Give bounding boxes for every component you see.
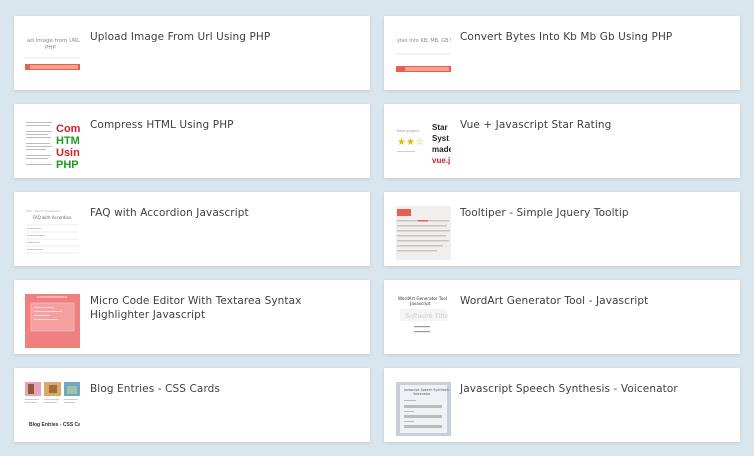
svg-text:Javascript: Javascript	[409, 301, 431, 306]
card-title[interactable]: FAQ with Accordion Javascript	[90, 206, 358, 220]
svg-text:Rate product: Rate product	[397, 129, 420, 133]
svg-text:★★: ★★	[397, 137, 415, 148]
svg-text:Star: Star	[432, 123, 448, 132]
card-convert-bytes[interactable]: ytes Into KB, MB, GB U Convert Bytes Int…	[384, 16, 740, 90]
svg-text:- Voicenator: - Voicenator	[411, 392, 431, 396]
card-speech-synthesis[interactable]: Javascript Speech Synthesis - Voicenator…	[384, 368, 740, 442]
code-editor-thumbnail	[25, 294, 80, 348]
svg-text:☆: ☆	[415, 137, 424, 148]
svg-text:ytes Into KB, MB, GB U: ytes Into KB, MB, GB U	[397, 38, 451, 44]
svg-text:Blog Entries - CSS Cards: Blog Entries - CSS Cards	[29, 422, 80, 428]
upload-image-thumbnail: ad Image from URL U PHP	[25, 30, 80, 84]
card-upload-image-url[interactable]: ad Image from URL U PHP Upload Image Fro…	[14, 16, 370, 90]
card-blog-entries[interactable]: Blog Entries - CSS Cards Blog Entries - …	[14, 368, 370, 442]
card-title[interactable]: Compress HTML Using PHP	[90, 118, 358, 132]
tooltiper-thumbnail	[396, 206, 451, 260]
svg-text:PHP: PHP	[45, 45, 56, 51]
card-wordart-generator[interactable]: WordArt Generator Tool Javascript Softwo…	[384, 280, 740, 354]
card-title[interactable]: Convert Bytes Into Kb Mb Gb Using PHP	[460, 30, 728, 44]
svg-text:ad Image from URL U: ad Image from URL U	[27, 38, 80, 44]
convert-bytes-thumbnail: ytes Into KB, MB, GB U	[396, 30, 451, 84]
card-micro-code-editor[interactable]: Micro Code Editor With Textarea Syntax H…	[14, 280, 370, 354]
faq-accordion-thumbnail: FAQ - Demo Questions FAQ with Accordion	[25, 206, 80, 260]
wordart-thumbnail: WordArt Generator Tool Javascript Softwo…	[396, 294, 451, 348]
svg-text:Com: Com	[56, 123, 80, 135]
svg-text:FAQ - Demo Questions: FAQ - Demo Questions	[26, 209, 60, 213]
svg-text:vue.j: vue.j	[432, 156, 450, 165]
card-grid: ad Image from URL U PHP Upload Image Fro…	[14, 16, 740, 442]
card-title[interactable]: Javascript Speech Synthesis - Voicenator	[460, 382, 728, 396]
card-tooltiper[interactable]: Tooltiper - Simple Jquery Tooltip	[384, 192, 740, 266]
card-faq-accordion[interactable]: FAQ - Demo Questions FAQ with Accordion …	[14, 192, 370, 266]
card-title[interactable]: Micro Code Editor With Textarea Syntax H…	[90, 294, 358, 322]
svg-text:PHP: PHP	[56, 159, 79, 171]
speech-synthesis-thumbnail: Javascript Speech Synthesis - Voicenator	[396, 382, 451, 436]
svg-text:HTM: HTM	[56, 135, 80, 147]
compress-html-thumbnail: Com HTM Usin PHP	[25, 118, 80, 172]
card-title[interactable]: WordArt Generator Tool - Javascript	[460, 294, 728, 308]
svg-text:FAQ with Accordion: FAQ with Accordion	[33, 215, 72, 220]
svg-text:Syst: Syst	[432, 134, 449, 143]
svg-text:made: made	[432, 145, 451, 154]
star-rating-thumbnail: Rate product ★★ ☆ Star Syst made vue.j	[396, 118, 451, 172]
card-title[interactable]: Vue + Javascript Star Rating	[460, 118, 728, 132]
card-title[interactable]: Blog Entries - CSS Cards	[90, 382, 358, 396]
card-title[interactable]: Tooltiper - Simple Jquery Tooltip	[460, 206, 728, 220]
card-compress-html[interactable]: Com HTM Usin PHP Compress HTML Using PHP	[14, 104, 370, 178]
card-title[interactable]: Upload Image From Url Using PHP	[90, 30, 358, 44]
svg-text:Usin: Usin	[56, 147, 80, 159]
svg-text:Softwork Title: Softwork Title	[405, 313, 449, 320]
card-star-rating[interactable]: Rate product ★★ ☆ Star Syst made vue.j V…	[384, 104, 740, 178]
blog-entries-thumbnail: Blog Entries - CSS Cards	[25, 382, 80, 436]
